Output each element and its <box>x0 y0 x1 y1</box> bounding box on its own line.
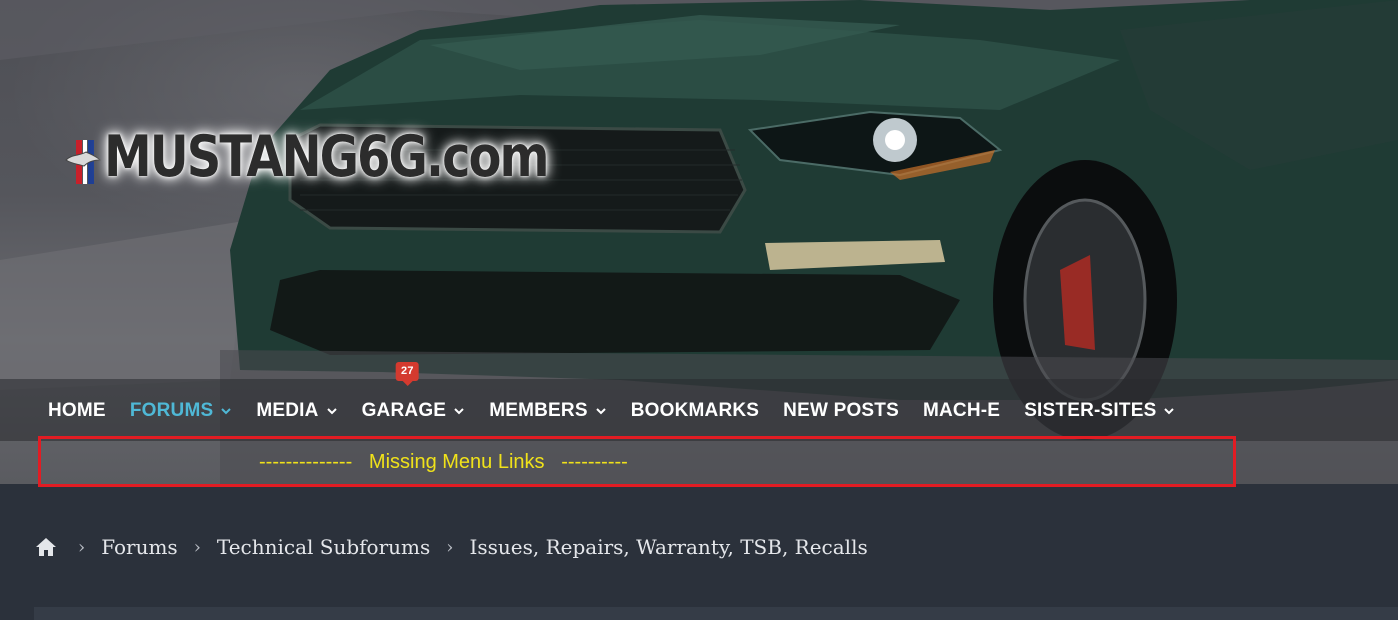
chevron-right-icon: › <box>193 536 201 558</box>
nav-item-label: GARAGE <box>361 399 447 421</box>
chevron-right-icon: › <box>446 536 454 558</box>
breadcrumb-item-issues-repairs[interactable]: Issues, Repairs, Warranty, TSB, Recalls <box>469 535 867 559</box>
annotation-text: -------------- Missing Menu Links ------… <box>259 451 628 473</box>
nav-item-label: MEMBERS <box>489 399 588 421</box>
chevron-down-icon[interactable] <box>220 405 232 417</box>
nav-item-label: NEW POSTS <box>783 399 899 421</box>
site-logo[interactable]: MUSTANG6G.com <box>62 123 550 191</box>
nav-item-sister-sites[interactable]: SISTER-SITES <box>1012 379 1187 442</box>
nav-item-mach-e[interactable]: MACH-E <box>911 379 1012 442</box>
missing-menu-links-annotation: -------------- Missing Menu Links ------… <box>38 436 1236 487</box>
nav-item-garage[interactable]: 27 GARAGE <box>350 361 478 442</box>
content-panel-top <box>34 607 1398 620</box>
nav-item-bookmarks[interactable]: BOOKMARKS <box>619 379 771 442</box>
nav-item-label: HOME <box>48 399 106 421</box>
notification-badge: 27 <box>396 361 419 386</box>
nav-item-label: MEDIA <box>256 399 319 421</box>
nav-item-label: BOOKMARKS <box>630 399 760 421</box>
logo-text: MUSTANG6G.com <box>104 123 550 191</box>
home-icon[interactable] <box>34 535 58 559</box>
main-navigation: HOME FORUMS MEDIA 27 GARAGE MEMBERS BOOKMARKS N… <box>0 361 1398 442</box>
chevron-down-icon[interactable] <box>453 405 465 417</box>
nav-item-forums[interactable]: FORUMS <box>118 379 245 442</box>
nav-item-members[interactable]: MEMBERS <box>477 379 619 442</box>
nav-item-label: MACH-E <box>922 399 1001 421</box>
breadcrumb: › Forums › Technical Subforums › Issues,… <box>34 530 868 564</box>
nav-item-home[interactable]: HOME <box>36 379 118 442</box>
nav-item-label: FORUMS <box>129 399 214 421</box>
nav-item-new-posts[interactable]: NEW POSTS <box>771 379 911 442</box>
breadcrumb-item-technical-subforums[interactable]: Technical Subforums <box>217 535 430 559</box>
chevron-right-icon: › <box>78 536 86 558</box>
nav-item-media[interactable]: MEDIA <box>244 379 349 442</box>
mustang-emblem-icon <box>62 126 102 188</box>
chevron-down-icon[interactable] <box>595 405 607 417</box>
nav-item-label: SISTER-SITES <box>1024 399 1157 421</box>
chevron-down-icon[interactable] <box>326 405 338 417</box>
chevron-down-icon[interactable] <box>1163 405 1175 417</box>
breadcrumb-item-forums[interactable]: Forums <box>101 535 178 559</box>
